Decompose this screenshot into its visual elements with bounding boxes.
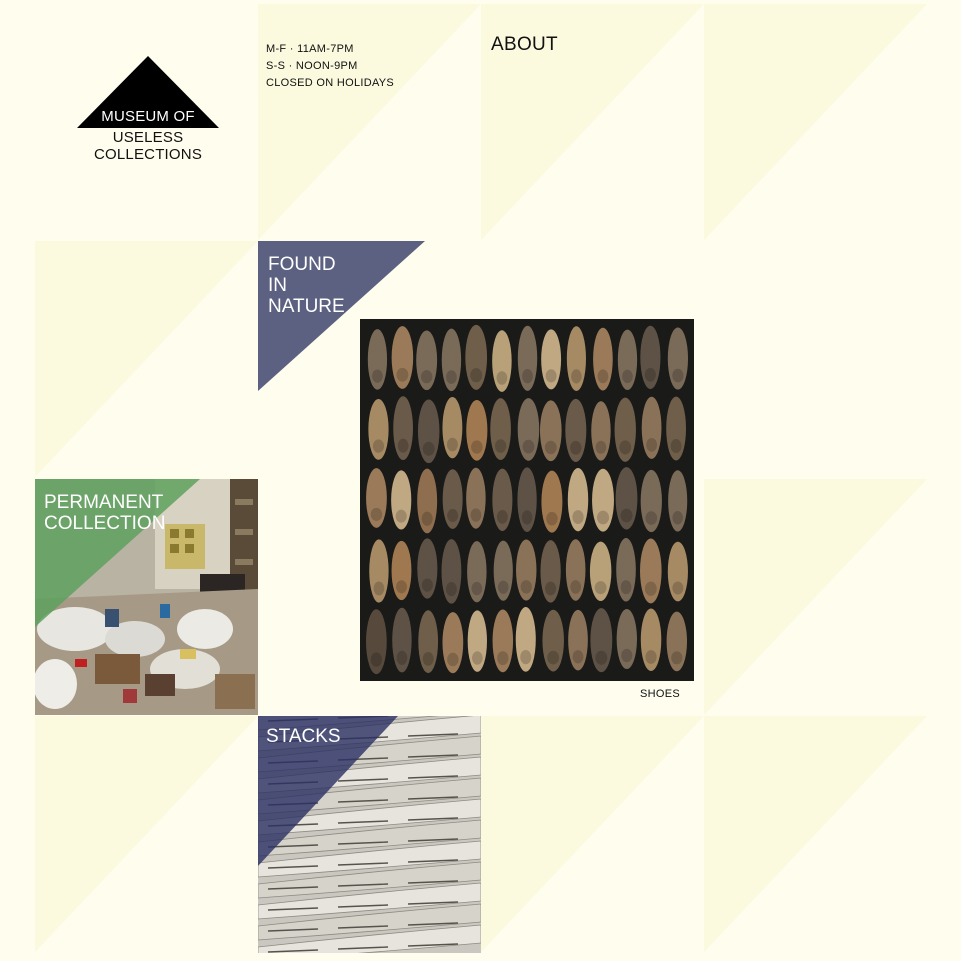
shoe-heel <box>372 439 385 453</box>
shoes-caption: SHOES <box>640 688 681 700</box>
shoes-photo <box>366 324 689 675</box>
shoe-heel <box>645 511 658 525</box>
tile-triangle <box>35 716 258 952</box>
permanent-collection-link[interactable]: PERMANENT COLLECTION <box>44 492 165 534</box>
shoe-heel <box>370 652 383 667</box>
hours-weekends: S-S · NOON-9PM <box>266 60 358 72</box>
shoe-heel <box>646 438 658 452</box>
shoe-heel <box>597 369 609 384</box>
shoe-heel <box>645 650 657 664</box>
shoe-heel <box>396 650 408 665</box>
shoe-heel <box>644 367 656 382</box>
logo-text-line2: USELESS COLLECTIONS <box>93 129 203 163</box>
found-in-nature-line2: IN <box>268 275 287 296</box>
stacks-link[interactable]: STACKS <box>266 726 341 748</box>
shoe-heel <box>671 651 683 665</box>
logo-text-line1: MUSEUM OF <box>101 108 195 125</box>
shoe-heel <box>547 650 560 665</box>
shoe-heel <box>396 580 407 594</box>
hours-holidays: CLOSED ON HOLIDAYS <box>266 77 395 89</box>
shoe-heel <box>571 369 582 384</box>
tile-triangle <box>704 479 927 715</box>
shoe-heel <box>672 368 684 383</box>
shoe-heel <box>620 508 633 523</box>
shoe-heel <box>496 510 508 524</box>
shoe-heel <box>373 581 385 596</box>
shoe-heel <box>471 440 483 454</box>
shoe-heel <box>421 511 433 526</box>
shoes-collection-image[interactable] <box>360 319 694 681</box>
shoe-heel <box>420 370 433 384</box>
shoe-heel <box>670 439 682 454</box>
found-in-nature-line1: FOUND <box>268 254 336 275</box>
shoe-heel <box>595 440 607 454</box>
shoe-heel <box>447 508 459 523</box>
tile-triangle <box>258 4 481 240</box>
shoe-heel <box>521 510 533 525</box>
shoe-heel <box>472 651 483 665</box>
shoe-heel <box>545 369 557 383</box>
permanent-collection-line2: COLLECTION <box>44 513 166 534</box>
shoe-heel <box>520 580 532 594</box>
opening-hours: M-F · 11AM-7PM S-S · NOON-9PM CLOSED ON … <box>266 41 394 92</box>
found-in-nature-link[interactable]: FOUND IN NATURE <box>268 254 345 317</box>
shoe-heel <box>496 371 508 385</box>
shoe-heel <box>520 650 532 665</box>
found-in-nature-line3: NATURE <box>268 296 345 317</box>
shoe-heel <box>395 509 407 523</box>
page: MUSEUM OF USELESS COLLECTIONS M-F · 11AM… <box>0 0 961 961</box>
museum-logo[interactable]: MUSEUM OF USELESS COLLECTIONS <box>60 52 236 163</box>
shoe-heel <box>546 511 558 526</box>
tile-triangle <box>481 716 704 952</box>
shoe-heel <box>570 580 582 594</box>
shoe-heel <box>421 578 433 592</box>
shoe-heel <box>497 651 509 666</box>
shoe-heel <box>447 652 459 667</box>
shoe-heel <box>422 441 435 456</box>
tile-triangle <box>35 241 258 477</box>
newspaper-stack-photo <box>258 716 481 953</box>
shoe-heel <box>522 439 535 454</box>
shoe-heel <box>594 581 607 595</box>
shoe-heel <box>446 370 457 384</box>
shoe-heel <box>396 367 409 382</box>
shoe-heel <box>544 440 557 455</box>
tile-triangle <box>704 4 927 240</box>
shoe-heel <box>595 650 608 665</box>
shoe-heel <box>446 437 458 452</box>
shoe-heel <box>494 439 507 453</box>
shoe-heel <box>545 581 557 596</box>
shoe-heel <box>620 580 632 595</box>
shoe-heel <box>572 650 584 664</box>
shoe-heel <box>372 369 383 383</box>
stacks-tile[interactable] <box>258 716 481 953</box>
shoe-heel <box>422 651 434 666</box>
shoe-heel <box>572 510 584 525</box>
permanent-collection-line1: PERMANENT <box>44 492 164 513</box>
shoe-heel <box>397 438 409 453</box>
shoe-heel <box>596 510 610 525</box>
shoe-heel <box>370 507 383 521</box>
shoe-heel <box>621 648 633 663</box>
shoe-heel <box>570 440 582 455</box>
shoe-heel <box>471 581 483 596</box>
shoe-heel <box>672 581 684 595</box>
shoe-heel <box>619 440 632 455</box>
shoe-heel <box>672 511 683 525</box>
shoe-heel <box>522 369 533 384</box>
shoe-heel <box>622 369 633 384</box>
shoe-heel <box>445 582 457 597</box>
about-link[interactable]: ABOUT <box>491 34 558 56</box>
shoe-heel <box>470 368 483 383</box>
hours-weekdays: M-F · 11AM-7PM <box>266 43 354 55</box>
tile-triangle <box>704 716 927 952</box>
shoe-heel <box>644 581 657 596</box>
shoe-heel <box>497 580 509 594</box>
shoe-heel <box>470 508 482 522</box>
